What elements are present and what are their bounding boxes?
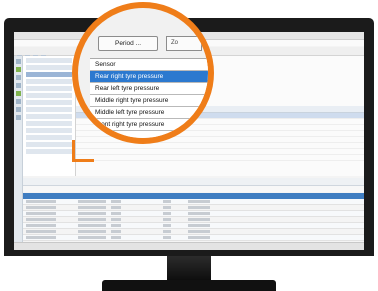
table-cell: [188, 224, 210, 227]
table-cell: [111, 218, 121, 221]
sensor-option[interactable]: Middle left tyre pressure: [90, 107, 208, 119]
table-cell: [78, 218, 106, 221]
table-cell: [26, 212, 56, 215]
tree-item[interactable]: [26, 58, 72, 63]
tree-item[interactable]: [26, 65, 72, 70]
magnifier-pointer: [72, 159, 94, 162]
sidebar-icon[interactable]: [15, 59, 21, 64]
table-cell: [111, 230, 121, 233]
table-cell: [26, 236, 56, 239]
table-cell: [111, 206, 121, 209]
sensor-option[interactable]: Rear left tyre pressure: [90, 83, 208, 95]
tree-item[interactable]: [26, 79, 72, 84]
table-cell: [78, 236, 106, 239]
table-cell: [111, 212, 121, 215]
table-cell: [26, 206, 56, 209]
table-cell: [188, 218, 210, 221]
tree-item[interactable]: [26, 100, 72, 105]
sensor-dropdown-header: Sensor: [90, 59, 208, 71]
sidebar-icon[interactable]: [15, 99, 21, 104]
tree-item[interactable]: [26, 93, 72, 98]
zoom-button[interactable]: Zo: [166, 36, 202, 51]
table-cell: [163, 224, 171, 227]
table-cell: [163, 230, 171, 233]
table-cell: [111, 200, 121, 203]
table-cell: [78, 200, 106, 203]
tree-item[interactable]: [26, 135, 72, 140]
lower-tab-strip: [23, 178, 364, 186]
sensor-option[interactable]: Front right tyre pressure: [90, 119, 208, 131]
table-cell: [78, 206, 106, 209]
sidebar-icon[interactable]: [15, 91, 21, 96]
table-cell: [188, 212, 210, 215]
table-cell: [163, 218, 171, 221]
table-cell: [78, 212, 106, 215]
tree-item[interactable]: [26, 121, 72, 126]
status-bar: [14, 242, 364, 250]
table-cell: [188, 200, 210, 203]
period-button[interactable]: Period ...: [98, 36, 158, 51]
table-cell: [163, 206, 171, 209]
table-cell: [188, 206, 210, 209]
sidebar-icon[interactable]: [15, 67, 21, 72]
table-cell: [111, 224, 121, 227]
tree-item[interactable]: [26, 149, 72, 154]
table-cell: [188, 230, 210, 233]
magnifier-lens: Period ... Zo Sensor Rear right tyre pre…: [72, 2, 214, 144]
vehicle-tree-panel: [23, 56, 76, 176]
table-cell: [26, 230, 56, 233]
table-cell: [188, 236, 210, 239]
table-cell: [26, 224, 56, 227]
tree-item[interactable]: [26, 86, 72, 91]
tree-item[interactable]: [26, 142, 72, 147]
sidebar-icon[interactable]: [15, 75, 21, 80]
sensor-option[interactable]: Rear right tyre pressure: [90, 71, 208, 83]
sidebar-icon[interactable]: [15, 107, 21, 112]
tree-item[interactable]: [26, 72, 72, 77]
table-cell: [111, 236, 121, 239]
sensor-dropdown[interactable]: Sensor Rear right tyre pressure Rear left…: [90, 58, 208, 138]
sidebar-icon[interactable]: [15, 83, 21, 88]
table-cell: [26, 218, 56, 221]
upper-grid-row[interactable]: [76, 155, 364, 161]
table-cell: [26, 200, 56, 203]
table-cell: [78, 230, 106, 233]
sidebar: [14, 56, 23, 250]
tree-item[interactable]: [26, 107, 72, 112]
table-cell: [163, 212, 171, 215]
filter-bar: [23, 186, 364, 192]
tree-item[interactable]: [26, 114, 72, 119]
table-cell: [78, 224, 106, 227]
sidebar-icon[interactable]: [15, 115, 21, 120]
monitor-stand-neck: [167, 256, 211, 280]
sensor-option[interactable]: Middle right tyre pressure: [90, 95, 208, 107]
table-cell: [163, 200, 171, 203]
tree-item[interactable]: [26, 128, 72, 133]
table-cell: [163, 236, 171, 239]
monitor-stand-foot: [102, 280, 276, 291]
